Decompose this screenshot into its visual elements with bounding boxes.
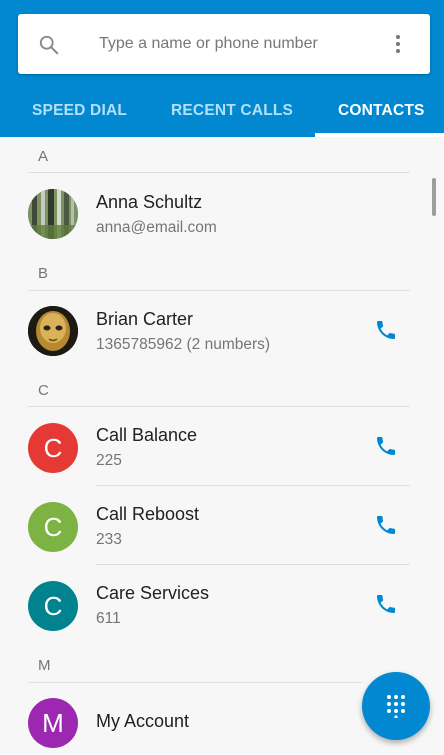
contact-name: My Account <box>96 711 190 731</box>
divider <box>28 682 362 683</box>
contact-detail: anna@email.com <box>96 219 217 236</box>
app-header: Type a name or phone number SPEED DIAL R… <box>0 0 444 137</box>
tab-contacts[interactable]: CONTACTS <box>338 92 425 137</box>
search-icon <box>39 35 59 55</box>
avatar: C <box>28 423 78 473</box>
avatar <box>28 306 78 356</box>
divider <box>96 564 410 565</box>
contact-name: Anna Schultz <box>96 192 203 212</box>
contact-name: Call Balance <box>96 425 198 445</box>
section-header-c: C <box>38 382 49 399</box>
active-tab-indicator <box>315 133 444 137</box>
contact-name: Care Services <box>96 583 210 603</box>
tab-bar: SPEED DIAL RECENT CALLS CONTACTS <box>0 92 444 137</box>
contact-name: Brian Carter <box>96 309 194 329</box>
contact-detail: 1365785962 (2 numbers) <box>96 336 271 353</box>
contact-photo <box>28 189 78 239</box>
contact-photo <box>28 306 78 356</box>
avatar: M <box>28 698 78 748</box>
divider <box>28 290 410 291</box>
contact-detail: 233 <box>96 531 122 548</box>
phone-icon[interactable] <box>374 592 398 616</box>
more-vert-icon[interactable] <box>392 32 404 56</box>
section-header-a: A <box>38 148 49 165</box>
divider <box>28 172 410 173</box>
avatar: C <box>28 581 78 631</box>
search-input[interactable]: Type a name or phone number <box>99 35 318 53</box>
phone-icon[interactable] <box>374 318 398 342</box>
divider <box>28 406 410 407</box>
tab-recent-calls[interactable]: RECENT CALLS <box>171 92 293 137</box>
section-header-m: M <box>38 657 51 674</box>
avatar <box>28 189 78 239</box>
contact-detail: 225 <box>96 452 122 469</box>
dialpad-button[interactable] <box>362 672 430 740</box>
section-header-b: B <box>38 265 49 282</box>
phone-icon[interactable] <box>374 434 398 458</box>
contact-name: Call Reboost <box>96 504 200 524</box>
tab-speed-dial[interactable]: SPEED DIAL <box>32 92 127 137</box>
dialpad-icon <box>387 695 405 718</box>
phone-icon[interactable] <box>374 513 398 537</box>
contact-detail: 611 <box>96 610 121 627</box>
scrollbar[interactable] <box>432 178 436 216</box>
divider <box>96 485 410 486</box>
avatar: C <box>28 502 78 552</box>
